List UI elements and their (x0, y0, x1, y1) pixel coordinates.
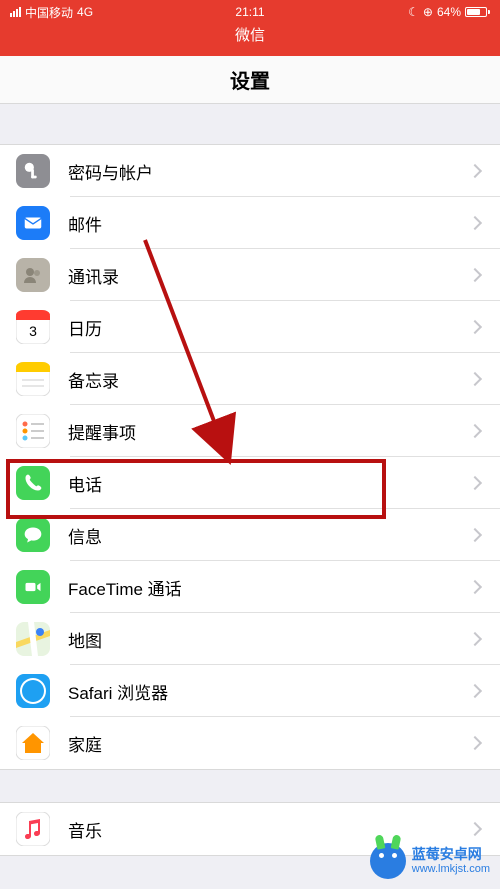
calendar-icon: 3 (16, 310, 50, 344)
page-header: 设置 (0, 56, 500, 104)
row-label: FaceTime 通话 (68, 575, 470, 600)
row-messages[interactable]: 信息 (0, 509, 500, 561)
row-label: 地图 (68, 627, 470, 652)
section-gap (0, 104, 500, 144)
row-label: 电话 (68, 471, 470, 496)
safari-icon (16, 674, 50, 708)
mail-icon (16, 206, 50, 240)
notes-icon (16, 362, 50, 396)
nav-bar: 微信 (0, 24, 500, 56)
row-label: 密码与帐户 (68, 159, 470, 184)
messages-icon (16, 518, 50, 552)
chevron-right-icon (468, 684, 482, 698)
section-gap (0, 770, 500, 802)
carrier-label: 中国移动 (25, 4, 73, 21)
row-reminders[interactable]: 提醒事项 (0, 405, 500, 457)
network-label: 4G (77, 5, 93, 19)
phone-icon (16, 466, 50, 500)
chevron-right-icon (468, 632, 482, 646)
chevron-right-icon (468, 580, 482, 594)
chevron-right-icon (468, 476, 482, 490)
battery-icon (465, 7, 490, 17)
signal-icon (10, 7, 21, 17)
row-label: 通讯录 (68, 263, 470, 288)
row-passwords[interactable]: 密码与帐户 (0, 145, 500, 197)
row-safari[interactable]: Safari 浏览器 (0, 665, 500, 717)
home-icon (16, 726, 50, 760)
nav-title: 微信 (235, 24, 265, 45)
status-bar: 中国移动 4G 21:11 ☾ ⊕ 64% (0, 0, 500, 24)
battery-pct: 64% (437, 5, 461, 19)
chevron-right-icon (468, 424, 482, 438)
row-label: Safari 浏览器 (68, 679, 470, 704)
chevron-right-icon (468, 216, 482, 230)
chevron-right-icon (468, 372, 482, 386)
page-title: 设置 (230, 65, 270, 94)
chevron-right-icon (468, 528, 482, 542)
chevron-right-icon (468, 822, 482, 836)
reminders-icon (16, 414, 50, 448)
row-label: 信息 (68, 523, 470, 548)
settings-section: 音乐 (0, 802, 500, 856)
watermark-url: www.lmkjst.com (412, 863, 490, 875)
row-maps[interactable]: 地图 (0, 613, 500, 665)
alarm-icon: ⊕ (423, 5, 433, 19)
row-label: 家庭 (68, 731, 470, 756)
row-label: 提醒事项 (68, 419, 470, 444)
settings-section: 密码与帐户邮件通讯录 3 日历备忘录提醒事项电话信息 FaceTime 通话地图 Saf… (0, 144, 500, 770)
row-music[interactable]: 音乐 (0, 803, 500, 855)
row-calendar[interactable]: 3 日历 (0, 301, 500, 353)
row-mail[interactable]: 邮件 (0, 197, 500, 249)
row-label: 邮件 (68, 211, 470, 236)
row-notes[interactable]: 备忘录 (0, 353, 500, 405)
chevron-right-icon (468, 268, 482, 282)
music-icon (16, 812, 50, 846)
svg-text:3: 3 (29, 323, 37, 339)
row-label: 音乐 (68, 817, 470, 842)
row-home[interactable]: 家庭 (0, 717, 500, 769)
chevron-right-icon (468, 320, 482, 334)
row-contacts[interactable]: 通讯录 (0, 249, 500, 301)
moon-icon: ☾ (408, 5, 419, 19)
row-phone[interactable]: 电话 (0, 457, 500, 509)
row-label: 备忘录 (68, 367, 470, 392)
maps-icon (16, 622, 50, 656)
chevron-right-icon (468, 736, 482, 750)
facetime-icon (16, 570, 50, 604)
status-right: ☾ ⊕ 64% (330, 5, 490, 19)
row-facetime[interactable]: FaceTime 通话 (0, 561, 500, 613)
contacts-icon (16, 258, 50, 292)
status-time: 21:11 (170, 5, 330, 19)
row-label: 日历 (68, 315, 470, 340)
key-icon (16, 154, 50, 188)
chevron-right-icon (468, 164, 482, 178)
status-left: 中国移动 4G (10, 4, 170, 21)
